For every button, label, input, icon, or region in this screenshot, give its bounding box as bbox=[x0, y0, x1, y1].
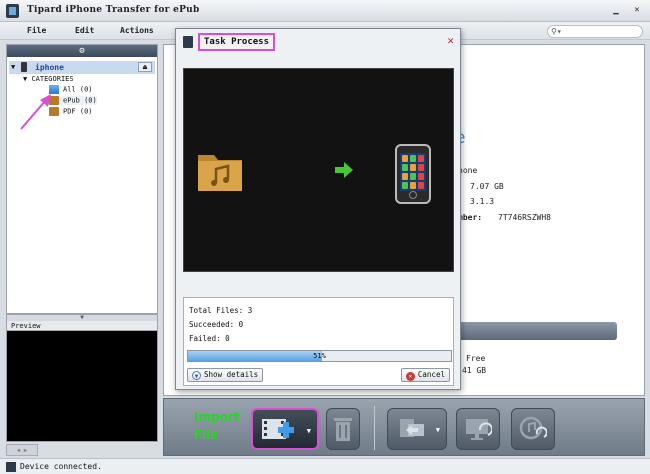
chevron-down-icon: ▼ bbox=[192, 371, 201, 380]
device-status-icon bbox=[6, 462, 16, 472]
task-info-panel: Total Files: 3 Succeeded: 0 Failed: 0 51… bbox=[183, 297, 454, 386]
annotation-arrow-icon bbox=[20, 94, 51, 130]
dialog-app-icon bbox=[183, 36, 193, 48]
delete-button[interactable] bbox=[326, 408, 360, 450]
serial-value: 7T746RSZWH8 bbox=[498, 213, 551, 222]
menu-edit[interactable]: Edit bbox=[75, 26, 94, 35]
title-bar: Tipard iPhone Transfer for ePub ▁ ✕ bbox=[0, 0, 650, 22]
chevron-down-icon[interactable]: ▼ bbox=[436, 426, 440, 434]
category-pdf[interactable]: PDF (0) bbox=[49, 107, 93, 116]
status-bar: Device connected. bbox=[0, 458, 650, 474]
total-files-text: Total Files: 3 bbox=[189, 306, 253, 315]
import-label-line1: Import bbox=[194, 410, 240, 424]
app-icon bbox=[6, 4, 19, 18]
import-file-button[interactable]: ▼ bbox=[251, 408, 319, 450]
version-value: 3.1.3 bbox=[470, 197, 495, 206]
show-details-label: Show details bbox=[204, 370, 259, 379]
free-label: Free bbox=[466, 354, 486, 363]
categories-node[interactable]: ▼ CATEGORIES bbox=[23, 75, 74, 83]
settings-gear-icon[interactable]: ⚙ bbox=[7, 45, 157, 57]
cancel-icon: ✕ bbox=[405, 372, 415, 381]
category-epub[interactable]: ePub (0) bbox=[49, 96, 97, 105]
close-icon[interactable]: ✕ bbox=[447, 34, 454, 47]
film-add-icon bbox=[262, 419, 294, 439]
categories-label: CATEGORIES bbox=[31, 75, 74, 83]
import-label-line2: File bbox=[194, 428, 219, 442]
progress-percent: 51% bbox=[313, 352, 326, 360]
import-file-annotation: Import File bbox=[194, 408, 239, 444]
menu-file[interactable]: File bbox=[27, 26, 46, 35]
iphone-device-icon bbox=[395, 144, 431, 204]
menu-actions[interactable]: Actions bbox=[120, 26, 154, 35]
search-icon: ⚲▾ bbox=[551, 27, 562, 36]
monitor-transfer-icon bbox=[466, 419, 492, 440]
eject-icon[interactable]: ⏏ bbox=[138, 62, 152, 72]
itunes-icon bbox=[519, 416, 547, 440]
failed-text: Failed: 0 bbox=[189, 334, 230, 343]
category-label: ePub (0) bbox=[63, 96, 97, 105]
category-all[interactable]: All (0) bbox=[49, 85, 93, 94]
iphone-icon bbox=[21, 62, 27, 72]
transfer-animation bbox=[183, 68, 454, 272]
export-button[interactable]: ▼ bbox=[387, 408, 447, 450]
close-window-button[interactable]: ✕ bbox=[630, 3, 644, 17]
free-value: 41 GB bbox=[462, 366, 487, 375]
show-details-button[interactable]: ▼ Show details bbox=[187, 368, 264, 382]
export-to-pc-icon bbox=[400, 419, 424, 437]
serial-label: mber: bbox=[458, 213, 483, 222]
search-input[interactable]: ⚲▾ bbox=[547, 25, 643, 38]
trash-icon bbox=[334, 418, 352, 441]
device-node-iphone[interactable]: ▼ iphone ⏏ bbox=[9, 61, 155, 74]
succeeded-text: Succeeded: 0 bbox=[189, 320, 244, 329]
folder-music-icon bbox=[198, 155, 242, 191]
cancel-label: Cancel bbox=[417, 370, 445, 379]
device-tree-panel: ⚙ ▼ iphone ⏏ ▼ CATEGORIES All (0) ePub (… bbox=[6, 44, 158, 314]
capacity-value: 7.07 GB bbox=[470, 182, 504, 191]
task-process-dialog: Task Process ✕ Total Files: 3 Succeeded:… bbox=[175, 28, 461, 390]
dialog-title: Task Process bbox=[198, 33, 276, 51]
category-label: PDF (0) bbox=[63, 107, 93, 116]
preview-label: Preview bbox=[7, 321, 157, 331]
chevron-down-icon[interactable]: ▼ bbox=[307, 427, 311, 435]
toolbar-separator bbox=[374, 406, 375, 450]
cancel-button[interactable]: ✕ Cancel bbox=[400, 368, 450, 382]
minimize-button[interactable]: ▁ bbox=[609, 3, 623, 17]
category-label: All (0) bbox=[63, 85, 93, 94]
window-title: Tipard iPhone Transfer for ePub bbox=[27, 5, 200, 15]
device-name: iphone bbox=[35, 63, 64, 72]
capacity-bar bbox=[455, 322, 617, 340]
transfer-to-pc-button[interactable] bbox=[456, 408, 500, 450]
status-text: Device connected. bbox=[20, 462, 102, 471]
preview-nav-buttons[interactable]: ◀ ▶ bbox=[6, 444, 38, 456]
progress-bar: 51% bbox=[187, 350, 452, 362]
expand-icon[interactable]: ▼ bbox=[11, 63, 15, 71]
arrow-right-icon bbox=[335, 162, 353, 178]
preview-panel: ▼ Preview bbox=[6, 314, 158, 442]
transfer-to-itunes-button[interactable] bbox=[511, 408, 555, 450]
